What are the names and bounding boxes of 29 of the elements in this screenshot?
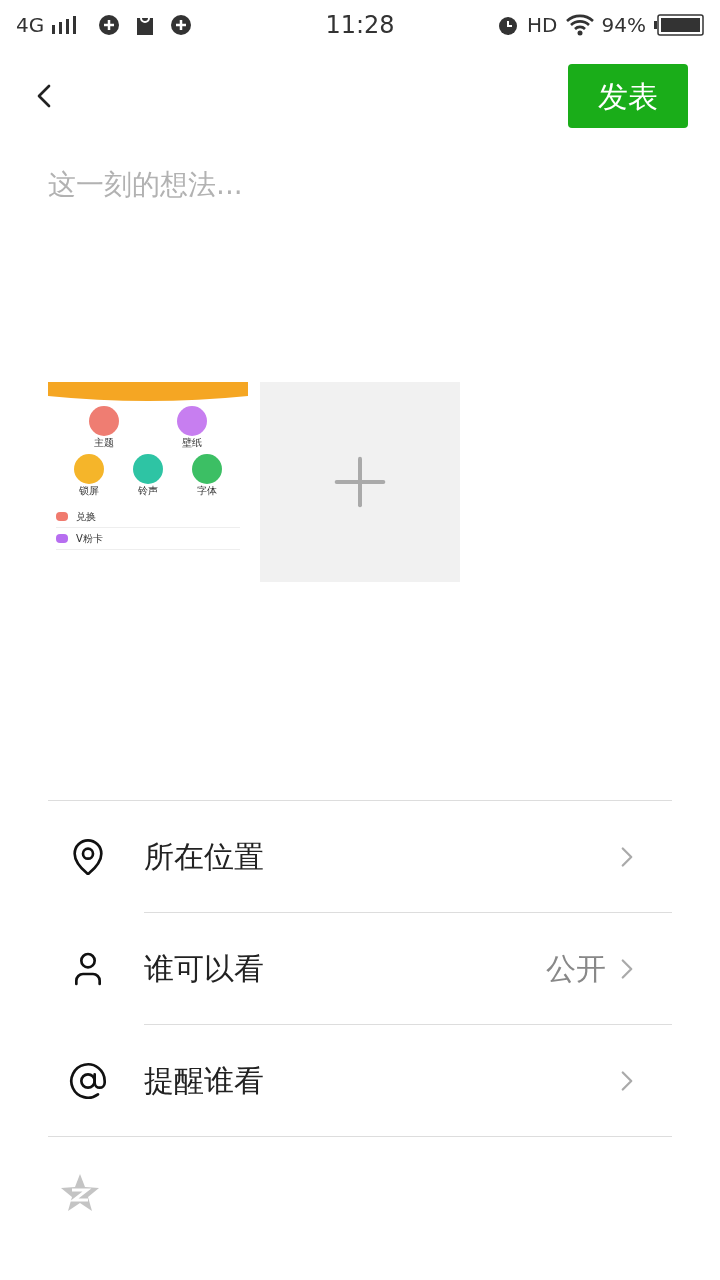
hd-indicator: HD bbox=[527, 12, 558, 39]
option-row[interactable]: 所在位置 bbox=[144, 801, 672, 913]
option-label: 所在位置 bbox=[144, 838, 265, 876]
option-value: 公开 bbox=[546, 950, 606, 988]
at-sign-icon bbox=[68, 1060, 108, 1101]
network-type: 4G bbox=[16, 12, 45, 39]
post-text-field[interactable]: 这一刻的想法... bbox=[48, 164, 608, 206]
option-row[interactable]: 谁可以看 公开 bbox=[144, 913, 672, 1025]
app-notification-icon bbox=[170, 14, 193, 36]
icon-label: 锁屏 bbox=[79, 484, 100, 498]
icon-label: 铃声 bbox=[138, 484, 158, 498]
option-label: 谁可以看 bbox=[144, 950, 265, 988]
add-photo-button[interactable] bbox=[260, 382, 460, 582]
icon-label: 字体 bbox=[196, 484, 217, 498]
wifi-icon bbox=[565, 14, 594, 36]
signal-icon bbox=[52, 16, 79, 34]
status-time: 11:28 bbox=[325, 10, 395, 41]
shopping-bag-icon bbox=[136, 15, 155, 35]
icon-label: 主题 bbox=[94, 436, 114, 450]
app-notification-icon bbox=[98, 14, 121, 36]
list-item-label: V粉卡 bbox=[76, 532, 103, 546]
icon-label: 壁纸 bbox=[182, 436, 202, 450]
option-row[interactable]: 提醒谁看 bbox=[144, 1025, 672, 1136]
qzone-star-icon[interactable] bbox=[60, 1173, 100, 1213]
option-label: 提醒谁看 bbox=[144, 1062, 265, 1100]
alarm-icon bbox=[497, 14, 520, 36]
battery-icon bbox=[654, 14, 704, 36]
list-item-label: 兑换 bbox=[76, 510, 96, 524]
battery-percent: 94% bbox=[601, 12, 646, 39]
